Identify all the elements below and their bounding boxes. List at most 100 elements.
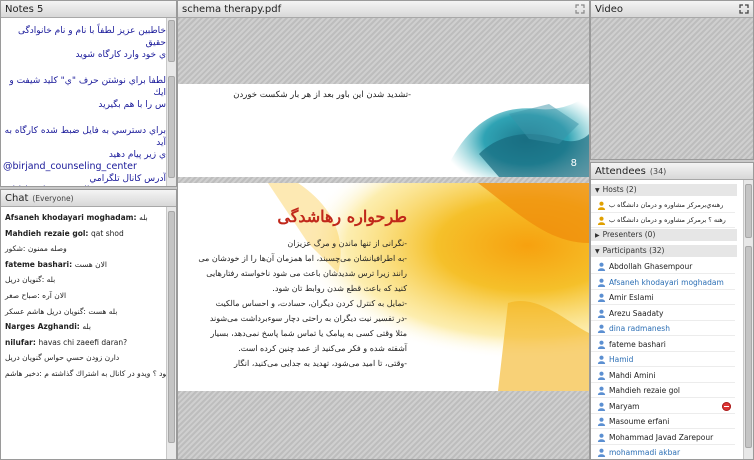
- host-name: رهنه ؟ برمركز مشاوره و درمان دانشگاه ب: [609, 216, 726, 224]
- chat-text: شود ؟ ويدو در كانال به اشتراك گذاشته م :…: [5, 369, 173, 378]
- participant-row[interactable]: Maryam: [591, 399, 735, 414]
- slide2-line: -در تفسیر نیت دیگران به راحتی دچار سوءبر…: [209, 314, 407, 323]
- participant-row[interactable]: Afsaneh khodayari moghadam: [591, 275, 735, 290]
- chat-text: وصله ممنون :شكور: [5, 244, 67, 254]
- chat-scrollbar[interactable]: [166, 207, 176, 459]
- chat-scroll-thumb[interactable]: [168, 211, 175, 443]
- chat-pod-header[interactable]: Chat (Everyone): [1, 190, 176, 207]
- user-icon: [597, 262, 606, 271]
- chat-text: بله: [82, 322, 91, 332]
- notes-line: لطفا براي نوشتن حرف "ي" كليد شيفت و ايك: [9, 76, 166, 98]
- participant-name: Masoume erfani: [609, 417, 670, 426]
- chat-text: الان هست: [74, 259, 107, 269]
- attendees-scroll-lower-thumb[interactable]: [745, 246, 752, 448]
- user-icon: [597, 402, 606, 411]
- fullscreen-icon[interactable]: [739, 4, 749, 14]
- chat-message: شود ؟ ويدو در كانال به اشتراك گذاشته م :…: [5, 369, 173, 378]
- attendees-scroll-thumb[interactable]: [745, 184, 752, 238]
- chat-pod: Chat (Everyone) Afsaneh khodayari moghada…: [0, 189, 177, 460]
- participant-name: Hamid: [609, 355, 634, 364]
- notes-scroll-thumb[interactable]: [168, 20, 175, 62]
- attendees-scrollbar[interactable]: [743, 180, 753, 459]
- slide2-heading: طرحواره رهاشدگی: [277, 207, 407, 226]
- chat-text: الان آره :صباح صغر: [5, 291, 67, 300]
- attendees-pod-title: Attendees: [595, 166, 646, 177]
- chat-message: بله :گنويان دريل: [5, 275, 55, 284]
- share-pod-header[interactable]: schema therapy.pdf: [178, 1, 589, 18]
- slide2-line: رانند زیرا ترس شدیدشان باعث می شود ناخوا…: [206, 269, 407, 278]
- notes-line: @birjand_counseling_center: [3, 161, 137, 172]
- user-icon: [597, 309, 606, 318]
- slide2-line: -به اطرافیانشان می‌چسبند، اما همزمان آن‌…: [198, 254, 407, 263]
- chat-text: بله :گنويان دريل: [5, 275, 56, 285]
- user-icon: [597, 371, 606, 380]
- slide2-line: آشفته شده و فکر می‌کنید از عمد چنین کرده…: [238, 344, 407, 353]
- chat-sender: Afsaneh khodayari moghadam:: [5, 213, 140, 222]
- participant-row[interactable]: Mahdieh rezaie gol: [591, 383, 735, 398]
- presenters-section-header[interactable]: ▶ Presenters (0): [591, 229, 737, 241]
- participant-row[interactable]: Arezu Saadaty: [591, 306, 735, 321]
- participants-section-header[interactable]: ▼ Participants (32): [591, 245, 737, 257]
- participant-row[interactable]: Masoume erfani: [591, 414, 735, 429]
- participant-name: dina radmanesh: [609, 324, 670, 333]
- fullscreen-icon[interactable]: [575, 4, 585, 14]
- notes-scrollbar[interactable]: [166, 18, 176, 186]
- notes-line: س را با هم بگيريد: [98, 100, 166, 110]
- host-row[interactable]: رهنه‌ي‌برمركز مشاوره و درمان دانشگاه ب: [591, 198, 735, 213]
- status-away-icon: [722, 401, 731, 411]
- slide2-line: -نگرانی از تنها ماندن و مرگ عزیزان: [287, 239, 407, 248]
- chat-text: بله: [139, 213, 148, 222]
- notes-line: ي خود وارد كارگاه شويد: [75, 50, 166, 60]
- participant-row[interactable]: fateme bashari: [591, 337, 735, 352]
- participant-row[interactable]: dina radmanesh: [591, 321, 735, 336]
- chat-sender: nilufar:: [5, 337, 39, 347]
- participant-row[interactable]: Hamid: [591, 352, 735, 367]
- participant-row[interactable]: Abdollah Ghasempour: [591, 259, 735, 274]
- participant-row[interactable]: mohammadi akbar: [591, 445, 735, 459]
- notes-scroll-lower-thumb[interactable]: [168, 76, 175, 178]
- slide2-line: -وقتی، تا امید می‌شود، تهدید به جدایی می…: [234, 359, 407, 368]
- notes-line: ي زير پيام دهيد: [108, 150, 166, 160]
- chat-message: بله هست :گنويان دريل هاشم عسكر: [5, 307, 117, 316]
- chat-message: دارن زودن حسي حواس گنويان دريل: [5, 353, 119, 362]
- attendees-pod-header[interactable]: Attendees (34): [591, 163, 753, 180]
- participant-row[interactable]: Mahdi Amini: [591, 368, 735, 383]
- chat-message: Afsaneh khodayari moghadam: بله: [5, 213, 148, 222]
- attendees-count: (34): [649, 167, 667, 176]
- slide2-line: مثلا وقتی کسی به پیامک یا تماس شما پاسخ …: [210, 329, 408, 338]
- chat-sender: Narges Azghandi:: [5, 322, 83, 332]
- chat-text: دارن زودن حسي حواس گنويان دريل: [5, 353, 120, 363]
- participant-name: Abdollah Ghasempour: [609, 262, 693, 271]
- user-icon: [597, 448, 606, 457]
- share-pod-title: schema therapy.pdf: [182, 4, 282, 15]
- chat-text: havas chi zaeefi daran?: [38, 337, 128, 347]
- video-pod-title: Video: [595, 4, 624, 15]
- chat-text: بله هست :گنويان دريل هاشم عسكر: [5, 306, 118, 316]
- participant-name: mohammadi akbar: [609, 448, 681, 457]
- video-pod: Video: [590, 0, 754, 160]
- hosts-section-header[interactable]: ▼ Hosts (2): [591, 184, 737, 196]
- watercolor-teal-splash: [449, 94, 589, 177]
- participant-name: Arezu Saadaty: [609, 308, 664, 318]
- participant-name: Amir Eslami: [609, 293, 654, 302]
- participant-row[interactable]: Amir Eslami: [591, 290, 735, 305]
- participant-row[interactable]: Mohammad Javad Zarepour: [591, 430, 735, 445]
- slide-page-8: -تشديد شدن اين باور بعد از هر بار شكست خ…: [178, 84, 589, 177]
- host-row[interactable]: رهنه ؟ برمركز مشاوره و درمان دانشگاه ب: [591, 213, 735, 228]
- user-icon: [597, 324, 606, 333]
- chat-message: fateme bashari: الان هست: [5, 260, 107, 269]
- user-icon: [597, 293, 606, 302]
- notes-pod-title: Notes 5: [5, 4, 44, 15]
- notes-line: براي دسترسي به فايل ضبط شده كارگاه به آي…: [4, 126, 166, 148]
- user-icon: [597, 340, 606, 349]
- hosts-label: Hosts (2): [602, 185, 637, 194]
- video-pod-header[interactable]: Video: [591, 1, 753, 18]
- attendees-pod: Attendees (34) ▼ Hosts (2) رهنه‌ي‌برمركز م…: [590, 162, 754, 460]
- slide-page-number: 8: [570, 158, 577, 169]
- slide2-line: کنید که باعث قطع شدن روابط تان شود.: [272, 284, 407, 293]
- host-user-icon: [597, 201, 606, 210]
- participant-name: Mahdi Amini: [609, 370, 656, 380]
- slide1-text: -تشديد شدن اين باور بعد از هر بار شكست خ…: [233, 90, 411, 100]
- chat-audience-label: (Everyone): [32, 194, 74, 203]
- notes-pod-header[interactable]: Notes 5: [1, 1, 176, 18]
